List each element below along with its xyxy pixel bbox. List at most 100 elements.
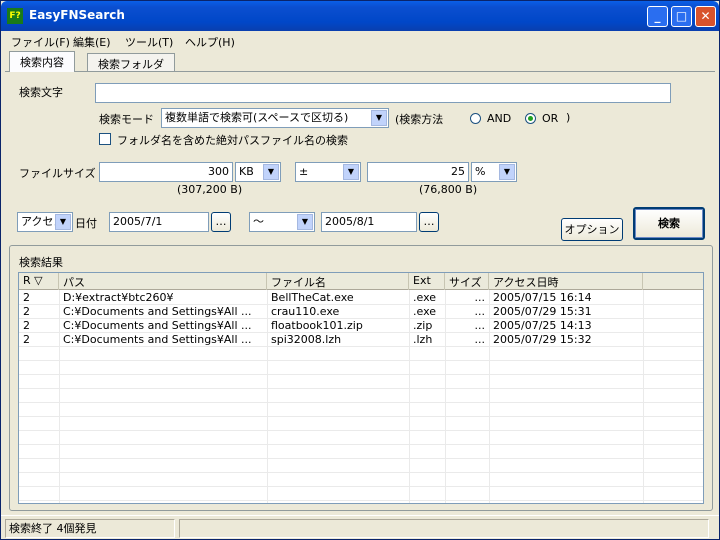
menu-help[interactable]: ヘルプ(H) (185, 34, 235, 50)
date-from-input[interactable]: 2005/7/1 (109, 212, 209, 232)
col-blank (643, 273, 703, 290)
table-row[interactable]: 2 C:¥Documents and Settings¥All ... crau11… (19, 305, 703, 319)
close-button[interactable]: ✕ (695, 6, 716, 27)
table-row[interactable]: 2 D:¥extract¥btc260¥ BellTheCat.exe .exe...… (19, 291, 703, 305)
fullpath-label: フォルダ名を含めた絶対パスファイル名の検索 (117, 134, 348, 147)
and-label: AND (487, 112, 512, 125)
menu-file[interactable]: ファイル(F) (11, 34, 70, 50)
status-panel-2 (179, 519, 709, 538)
search-text-label: 検索文字 (19, 86, 63, 99)
search-mode-label: 検索モード (99, 113, 154, 126)
menu-edit[interactable]: 編集(E) (73, 34, 111, 50)
row-gridline (19, 472, 703, 473)
results-header: R ▽ パス ファイル名 Ext サイズ アクセス日時 (19, 273, 703, 290)
search-mode-value: 複数単語で検索可(スペースで区切る) (165, 111, 349, 124)
and-radio[interactable] (470, 113, 481, 124)
results-list[interactable]: R ▽ パス ファイル名 Ext サイズ アクセス日時 2 D:¥extract¥… (18, 272, 704, 504)
row-filename: floatbook101.zip (271, 319, 363, 332)
chevron-down-icon[interactable]: ▼ (371, 110, 387, 126)
chevron-down-icon[interactable]: ▼ (343, 164, 359, 180)
fullpath-checkbox[interactable] (99, 133, 111, 145)
results-label: 検索結果 (19, 256, 63, 269)
search-mode-select[interactable]: 複数単語で検索可(スペースで区切る) ▼ (161, 108, 389, 128)
row-ext: .lzh (413, 333, 433, 346)
date-type-select[interactable]: アクセス ▼ (17, 212, 73, 232)
row-r: 2 (23, 319, 30, 332)
or-radio[interactable] (525, 113, 536, 124)
filesize-bytes: (307,200 B) (177, 183, 243, 196)
tolerance-input[interactable]: 25 (367, 162, 469, 182)
chevron-down-icon[interactable]: ▼ (499, 164, 515, 180)
filesize-unit-value: KB (239, 165, 254, 178)
col-access-date[interactable]: アクセス日時 (489, 273, 643, 290)
col-filename[interactable]: ファイル名 (267, 273, 409, 290)
row-gridline (19, 360, 703, 361)
row-gridline (19, 388, 703, 389)
col-size[interactable]: サイズ (445, 273, 489, 290)
filesize-unit-select[interactable]: KB ▼ (235, 162, 281, 182)
row-access-date: 2005/07/25 14:13 (493, 319, 592, 332)
minimize-button[interactable]: _ (647, 6, 668, 27)
app-icon: F? (7, 8, 23, 24)
menu-tools[interactable]: ツール(T) (125, 34, 173, 50)
search-button[interactable]: 検索 (633, 207, 705, 240)
row-filename: BellTheCat.exe (271, 291, 354, 304)
row-gridline (19, 444, 703, 445)
date-from-browse-button[interactable]: … (211, 212, 231, 232)
status-text: 検索終了 4個発見 (5, 519, 175, 538)
col-path[interactable]: パス (59, 273, 267, 290)
row-size: ... (474, 291, 486, 304)
row-gridline (19, 486, 703, 487)
row-size: ... (474, 319, 486, 332)
window-title: EasyFNSearch (29, 8, 125, 22)
row-path: C:¥Documents and Settings¥All ... (63, 305, 252, 318)
row-filename: crau110.exe (271, 305, 340, 318)
row-path: D:¥extract¥btc260¥ (63, 291, 174, 304)
date-range-select[interactable]: ～ ▼ (249, 212, 315, 232)
menu-bar: ファイル(F) 編集(E) ツール(T) ヘルプ(H) (1, 31, 719, 51)
filesize-input[interactable]: 300 (99, 162, 233, 182)
tolerance-unit-select[interactable]: % ▼ (471, 162, 517, 182)
search-method-label: (検索方法 (395, 113, 444, 126)
row-access-date: 2005/07/29 15:32 (493, 333, 592, 346)
row-gridline (19, 458, 703, 459)
tab-search-content[interactable]: 検索内容 (9, 51, 75, 72)
row-path: C:¥Documents and Settings¥All ... (63, 319, 252, 332)
row-size: ... (474, 305, 486, 318)
app-window: F? EasyFNSearch _ □ ✕ ファイル(F) 編集(E) ツール(… (0, 0, 720, 540)
table-row[interactable]: 2 C:¥Documents and Settings¥All ... spi320… (19, 333, 703, 347)
tab-search-folder[interactable]: 検索フォルダ (87, 53, 175, 71)
date-range-value: ～ (253, 215, 264, 228)
results-group: 検索結果 R ▽ パス ファイル名 Ext サイズ アクセス日時 2 D:¥ext… (9, 245, 713, 511)
chevron-down-icon[interactable]: ▼ (297, 214, 313, 230)
title-bar[interactable]: F? EasyFNSearch _ □ ✕ (1, 1, 719, 31)
row-r: 2 (23, 291, 30, 304)
status-bar: 検索終了 4個発見 (1, 515, 719, 539)
chevron-down-icon[interactable]: ▼ (263, 164, 279, 180)
row-gridline (19, 374, 703, 375)
col-ext[interactable]: Ext (409, 273, 445, 290)
col-r[interactable]: R ▽ (19, 273, 59, 290)
row-r: 2 (23, 305, 30, 318)
tolerance-bytes: (76,800 B) (419, 183, 478, 196)
filesize-op-select[interactable]: ± ▼ (295, 162, 361, 182)
row-ext: .zip (413, 319, 433, 332)
row-gridline (19, 416, 703, 417)
search-panel: 検索文字 検索モード 複数単語で検索可(スペースで区切る) ▼ (検索方法 AN… (5, 71, 715, 243)
table-row[interactable]: 2 C:¥Documents and Settings¥All ... floatb… (19, 319, 703, 333)
maximize-button[interactable]: □ (671, 6, 692, 27)
filesize-label: ファイルサイズ (19, 167, 96, 180)
or-label: OR (542, 112, 559, 125)
search-method-close: ) (566, 111, 571, 124)
date-to-browse-button[interactable]: … (419, 212, 439, 232)
row-access-date: 2005/07/29 15:31 (493, 305, 592, 318)
row-access-date: 2005/07/15 16:14 (493, 291, 592, 304)
row-filename: spi32008.lzh (271, 333, 342, 346)
search-text-input[interactable] (95, 83, 671, 103)
filesize-op-value: ± (299, 165, 309, 178)
date-label: 日付 (75, 217, 97, 230)
chevron-down-icon[interactable]: ▼ (55, 214, 71, 230)
row-r: 2 (23, 333, 30, 346)
date-to-input[interactable]: 2005/8/1 (321, 212, 417, 232)
options-button[interactable]: オプション (561, 218, 623, 241)
